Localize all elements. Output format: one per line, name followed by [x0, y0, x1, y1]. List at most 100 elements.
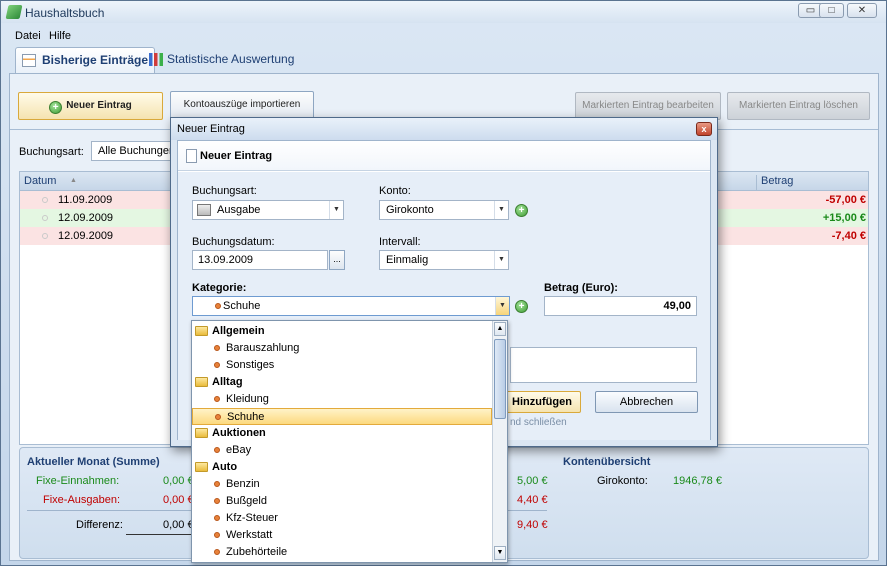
bullet-icon	[214, 549, 220, 555]
row-date: 12.09.2009	[58, 230, 114, 242]
month-summary-title: Aktueller Monat (Summe)	[27, 456, 160, 468]
title-bar[interactable]: Haushaltsbuch ▭ □ ✕	[1, 1, 886, 23]
category-label: Schuhe	[227, 411, 265, 423]
menu-datei[interactable]: Datei	[15, 30, 41, 42]
add-category-icon[interactable]: +	[515, 300, 528, 313]
booking-date-field[interactable]: 13.09.2009	[192, 250, 328, 270]
category-label: Alltag	[212, 376, 243, 388]
add-button[interactable]: Hinzufügen	[503, 391, 581, 413]
category-item[interactable]: Werkstatt	[192, 527, 492, 544]
category-label: Auto	[212, 461, 238, 473]
menu-bar: Datei Hilfe	[9, 27, 879, 45]
category-item[interactable]: Benzin	[192, 476, 492, 493]
scroll-down-icon[interactable]: ▼	[494, 546, 506, 560]
category-item[interactable]: Bußgeld	[192, 493, 492, 510]
category-item[interactable]: Zubehörteile	[192, 544, 492, 561]
chevron-down-icon[interactable]: ▼	[495, 297, 509, 315]
category-item[interactable]: Barauszahlung	[192, 340, 492, 357]
dropdown-scrollbar[interactable]: ▲ ▼	[492, 321, 507, 562]
close-button[interactable]: ✕	[847, 3, 877, 18]
row-amount: -7,40 €	[831, 230, 866, 242]
edit-marked-button[interactable]: Markierten Eintrag bearbeiten	[575, 92, 721, 120]
category-dropdown-list[interactable]: Allgemein Barauszahlung Sonstiges Alltag Kle…	[191, 320, 508, 563]
monthly-difference-value: 9,40 €	[517, 519, 548, 531]
delete-marked-button[interactable]: Markierten Eintrag löschen	[727, 92, 870, 120]
category-group[interactable]: Auktionen	[192, 425, 492, 442]
cart-icon	[197, 204, 211, 216]
sort-asc-icon: ▲	[70, 177, 77, 184]
category-label: Allgemein	[212, 325, 265, 337]
note-field[interactable]	[510, 347, 697, 383]
bullet-icon	[214, 532, 220, 538]
account-label: Konto:	[379, 185, 411, 197]
category-label: eBay	[226, 444, 252, 456]
account-girokonto-label: Girokonto:	[597, 475, 648, 487]
category-item[interactable]: eBay	[192, 442, 492, 459]
difference-value: 0,00 €	[163, 519, 194, 531]
category-select[interactable]: Schuhe ▼	[192, 296, 510, 316]
category-group[interactable]: Allgemein	[192, 323, 492, 340]
menu-hilfe[interactable]: Hilfe	[49, 30, 71, 42]
row-status-icon	[42, 197, 48, 203]
scroll-up-icon[interactable]: ▲	[494, 322, 506, 336]
difference-label: Differenz:	[76, 519, 123, 531]
add-icon: +	[49, 101, 63, 114]
amount-label: Betrag (Euro):	[544, 282, 618, 294]
bullet-icon	[214, 362, 220, 368]
maximize-button[interactable]: □	[819, 3, 844, 18]
dialog-title-bar[interactable]: Neuer Eintrag x	[171, 118, 717, 140]
account-select[interactable]: Girokonto ▼	[379, 200, 509, 220]
window-title: Haushaltsbuch	[25, 6, 105, 20]
interval-select[interactable]: Einmalig ▼	[379, 250, 509, 270]
category-label: Kfz-Steuer	[226, 512, 278, 524]
category-item[interactable]: Kfz-Steuer	[192, 510, 492, 527]
amount-field[interactable]: 49,00	[544, 296, 697, 316]
booking-type-select[interactable]: Ausgabe ▼	[192, 200, 344, 220]
cancel-button[interactable]: Abbrechen	[595, 391, 698, 413]
import-statements-button[interactable]: Kontoauszüge importieren	[170, 91, 314, 119]
fixed-income-value: 0,00 €	[163, 475, 194, 487]
tab-statistische-auswertung[interactable]: Statistische Auswertung	[143, 47, 300, 73]
tab-bisherige-eintraege[interactable]: Bisherige Einträge	[15, 47, 156, 73]
tab-bar: Bisherige Einträge Statistische Auswertu…	[9, 47, 879, 73]
scroll-thumb[interactable]	[494, 339, 506, 419]
interval-label: Intervall:	[379, 236, 421, 248]
column-datum[interactable]: Datum	[24, 175, 56, 187]
dialog-close-button[interactable]: x	[696, 122, 712, 136]
new-entry-button[interactable]: + Neuer Eintrag	[18, 92, 163, 120]
bar-chart-icon	[149, 53, 163, 66]
booking-type-label: Buchungsart:	[192, 185, 257, 197]
account-value: Girokonto	[386, 204, 434, 216]
add-account-icon[interactable]: +	[515, 204, 528, 217]
dialog-title: Neuer Eintrag	[177, 123, 245, 135]
category-item[interactable]: Kleidung	[192, 391, 492, 408]
bullet-icon	[214, 498, 220, 504]
category-group[interactable]: Alltag	[192, 374, 492, 391]
booking-type-filter[interactable]: Alle Buchungen	[91, 141, 181, 161]
category-item[interactable]: Sonstiges	[192, 357, 492, 374]
booking-type-value: Ausgabe	[217, 204, 261, 216]
app-icon	[5, 5, 23, 19]
category-label: Auktionen	[212, 427, 266, 439]
new-document-icon	[186, 149, 197, 163]
list-icon	[22, 54, 36, 67]
folder-icon	[195, 462, 208, 472]
close-after-hint: nd schließen	[510, 417, 567, 428]
new-entry-label: Neuer Eintrag	[66, 100, 132, 111]
category-bullet-icon	[215, 303, 221, 309]
row-date: 11.09.2009	[58, 194, 113, 206]
accounts-overview-title: Kontenübersicht	[563, 456, 651, 468]
chevron-down-icon: ▼	[494, 201, 508, 219]
fixed-expense-label: Fixe-Ausgaben:	[43, 494, 121, 506]
category-label: Benzin	[226, 478, 260, 490]
account-girokonto-value: 1946,78 €	[673, 475, 722, 487]
category-label: Sonstiges	[226, 359, 275, 371]
fixed-expense-value: 0,00 €	[163, 494, 194, 506]
category-group[interactable]: Auto	[192, 459, 492, 476]
date-picker-button[interactable]: ...	[329, 250, 345, 270]
category-label: Werkstatt	[226, 529, 273, 541]
category-label: Zubehörteile	[226, 546, 288, 558]
category-item[interactable]: Schuhe	[192, 408, 492, 425]
category-label: Kleidung	[226, 393, 269, 405]
filter-value: Alle Buchungen	[98, 145, 176, 157]
